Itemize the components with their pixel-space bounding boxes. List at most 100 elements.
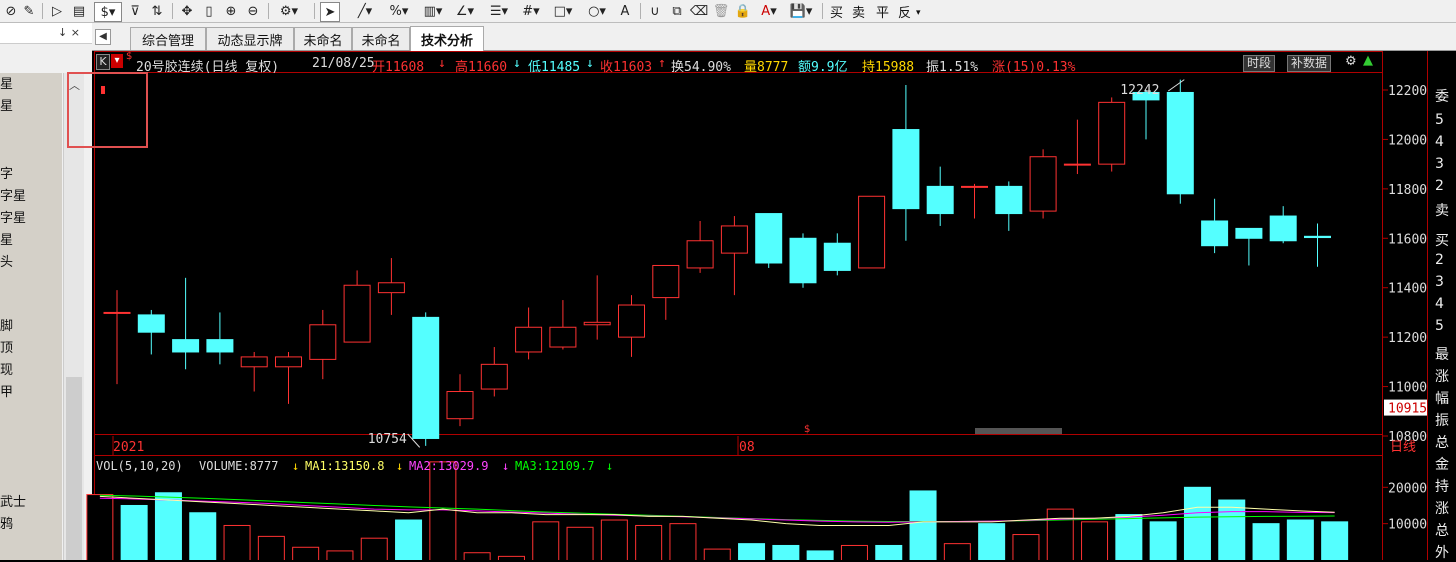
ma-end-arrow-icon: ↓ bbox=[606, 459, 614, 473]
k-dropdown-icon[interactable]: ▾ bbox=[111, 54, 123, 68]
candle-body bbox=[377, 282, 405, 294]
vol-tick-label: 20000 bbox=[1388, 481, 1427, 496]
right-panel-label: 外 bbox=[1435, 545, 1449, 561]
candle-body bbox=[412, 316, 440, 439]
volume-bar bbox=[463, 552, 491, 560]
volume-bar bbox=[154, 492, 182, 560]
volume-bar bbox=[189, 512, 217, 560]
candle-body bbox=[1098, 101, 1126, 165]
volume-bar bbox=[1286, 519, 1314, 560]
volume-bar bbox=[600, 519, 628, 560]
right-panel-label: 持 bbox=[1435, 479, 1449, 495]
price-tick-label: 12200 bbox=[1388, 84, 1427, 99]
horizontal-scroll-thumb bbox=[975, 428, 1062, 434]
candle-body bbox=[343, 284, 371, 343]
candle-body bbox=[206, 339, 234, 353]
candle-body bbox=[1304, 235, 1331, 239]
candle-body bbox=[1166, 91, 1194, 195]
dollar-marker-bottom: $ bbox=[804, 424, 810, 435]
k-label[interactable]: K bbox=[96, 54, 110, 70]
candle-body bbox=[686, 240, 714, 269]
volume-bar bbox=[395, 519, 423, 560]
kline-chart[interactable]: 1220012000118001160011400112001100010800… bbox=[0, 0, 1456, 560]
volume-bar bbox=[1183, 486, 1211, 560]
volume-bar bbox=[943, 543, 971, 560]
volume-bar bbox=[1149, 521, 1177, 560]
contract-title: 20号胶连续(日线 复权) bbox=[136, 60, 280, 75]
ma1-line bbox=[99, 495, 1335, 526]
volume-bar bbox=[120, 504, 148, 560]
amplitude-value: 振1.51% bbox=[926, 60, 979, 75]
volume-bar bbox=[1081, 521, 1109, 560]
volume-bar bbox=[292, 546, 320, 560]
right-panel-label: 3 bbox=[1435, 274, 1444, 290]
right-panel-label: 2 bbox=[1435, 252, 1444, 268]
supplement-data-button[interactable]: 补数据 bbox=[1287, 55, 1332, 72]
right-panel-label: 5 bbox=[1435, 318, 1444, 334]
volume-bar bbox=[257, 535, 285, 560]
right-panel-label: 总 bbox=[1435, 523, 1449, 539]
close-arrow-icon: ↑ bbox=[658, 56, 666, 71]
high-annotation-label: 12242 bbox=[1120, 83, 1159, 98]
volume-bar bbox=[1115, 514, 1143, 560]
candle-body bbox=[137, 314, 165, 333]
period-button[interactable]: 时段 bbox=[1243, 55, 1276, 72]
candle-body bbox=[1029, 156, 1057, 212]
right-panel-label: 2 bbox=[1435, 178, 1444, 194]
up-triangle-icon[interactable]: ▲ bbox=[1363, 53, 1373, 68]
candle-body bbox=[858, 195, 886, 269]
volume-bar bbox=[738, 543, 766, 560]
low-annotation-label: 10754 bbox=[368, 432, 407, 447]
right-panel-label: 买 bbox=[1435, 233, 1449, 249]
volume-bar bbox=[360, 537, 388, 560]
volume-bar bbox=[1046, 508, 1074, 560]
volume-bar bbox=[772, 544, 800, 560]
candle-body bbox=[652, 264, 680, 299]
dollar-marker: $ bbox=[126, 51, 133, 62]
vol-tick-label: 10000 bbox=[1388, 518, 1427, 533]
volume-bar bbox=[635, 524, 663, 560]
volume-bar bbox=[840, 544, 868, 560]
volume-bar bbox=[566, 526, 594, 560]
right-panel-label: 最 bbox=[1435, 347, 1449, 363]
right-panel-label: 涨 bbox=[1435, 501, 1449, 517]
right-panel-label: 5 bbox=[1435, 112, 1444, 128]
candle-body bbox=[1201, 220, 1229, 247]
volume-bar bbox=[86, 494, 114, 560]
time-axis-left: 2021 bbox=[113, 440, 144, 455]
candle-body bbox=[755, 213, 783, 264]
vol-ma3: MA3:12109.7 bbox=[515, 459, 595, 473]
gear-icon[interactable]: ⚙ bbox=[1345, 54, 1357, 69]
candle-body bbox=[995, 185, 1023, 215]
candle-body bbox=[926, 185, 954, 215]
current-price-label: 10915 bbox=[1388, 402, 1427, 417]
low-value: 低11485 bbox=[528, 60, 581, 75]
right-panel-label: 卖 bbox=[1435, 203, 1449, 219]
high-arrow-icon: ↓ bbox=[513, 56, 521, 71]
volume-bar bbox=[669, 523, 697, 560]
price-tick-label: 11600 bbox=[1388, 232, 1427, 247]
time-axis-mid: 08 bbox=[739, 440, 755, 455]
volume-bar bbox=[497, 555, 525, 560]
candles bbox=[101, 79, 1331, 446]
candle-body bbox=[103, 311, 131, 314]
vol-volume: VOLUME:8777 bbox=[199, 459, 279, 473]
low-arrow-icon: ↓ bbox=[586, 56, 594, 71]
candle-body bbox=[309, 324, 337, 360]
date-value: 21/08/25 bbox=[312, 56, 375, 71]
volume-bar bbox=[1252, 523, 1280, 560]
volume-bar bbox=[978, 523, 1006, 560]
volume-bar bbox=[1321, 521, 1349, 560]
candle-body bbox=[1063, 163, 1091, 166]
candle-body bbox=[172, 339, 200, 353]
vol-ma2: MA2:13029.9 bbox=[409, 459, 489, 473]
candle-body bbox=[823, 242, 851, 271]
vol-label: VOL(5,10,20) bbox=[96, 459, 183, 473]
volume-bar bbox=[909, 490, 937, 560]
candle-body bbox=[789, 237, 817, 284]
candle-body bbox=[275, 356, 302, 368]
right-panel-label: 振 bbox=[1435, 413, 1449, 429]
right-panel-label: 3 bbox=[1435, 156, 1444, 172]
candle-body bbox=[1269, 215, 1297, 242]
highlight-box bbox=[67, 72, 148, 148]
